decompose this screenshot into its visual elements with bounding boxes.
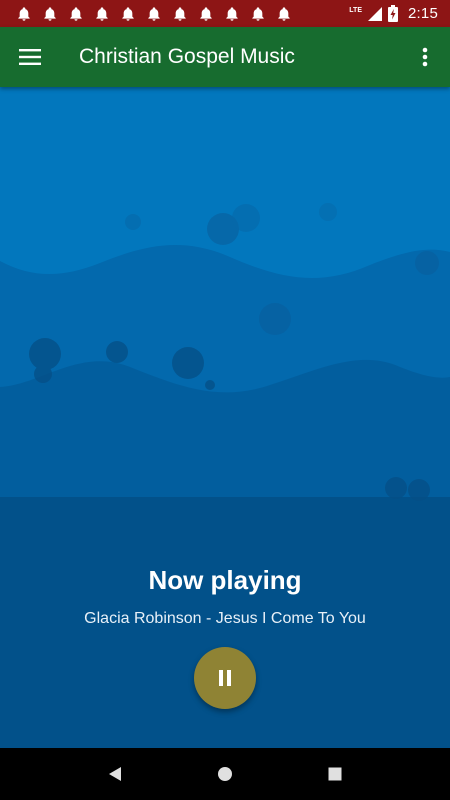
track-title: Glacia Robinson - Jesus I Come To You xyxy=(84,610,366,627)
pause-button[interactable] xyxy=(194,647,256,709)
recents-button[interactable] xyxy=(310,748,360,800)
notification-icons xyxy=(16,6,292,22)
bell-icon xyxy=(226,6,238,21)
signal-icon xyxy=(368,6,382,21)
bell-icon xyxy=(278,6,290,21)
bell-icon xyxy=(122,6,134,21)
recents-square-icon xyxy=(328,767,342,781)
system-navigation-bar xyxy=(0,748,450,800)
menu-button[interactable] xyxy=(0,27,60,87)
bell-icon xyxy=(200,6,212,21)
app-bar: Christian Gospel Music xyxy=(0,27,450,87)
back-triangle-icon xyxy=(109,767,121,781)
back-button[interactable] xyxy=(90,748,140,800)
network-type-label: LTE xyxy=(349,7,362,14)
bell-icon xyxy=(252,6,264,21)
system-indicators: LTE 2:15 xyxy=(349,5,438,22)
home-button[interactable] xyxy=(200,748,250,800)
status-bar: LTE 2:15 xyxy=(0,0,450,27)
hamburger-menu-icon xyxy=(19,49,41,65)
bell-icon xyxy=(18,6,30,21)
app-title: Christian Gospel Music xyxy=(79,45,295,68)
now-playing-heading: Now playing xyxy=(148,565,302,595)
bell-icon xyxy=(96,6,108,21)
bell-icon xyxy=(174,6,186,21)
more-vert-icon xyxy=(422,47,428,67)
pause-icon xyxy=(219,670,231,686)
clock: 2:15 xyxy=(408,5,438,22)
bell-icon xyxy=(148,6,160,21)
home-circle-icon xyxy=(218,767,232,781)
bell-icon xyxy=(70,6,82,21)
player-screen: Now playing Glacia Robinson - Jesus I Co… xyxy=(0,87,450,748)
overflow-menu-button[interactable] xyxy=(400,27,450,87)
bell-icon xyxy=(44,6,56,21)
battery-charging-icon xyxy=(388,5,398,22)
